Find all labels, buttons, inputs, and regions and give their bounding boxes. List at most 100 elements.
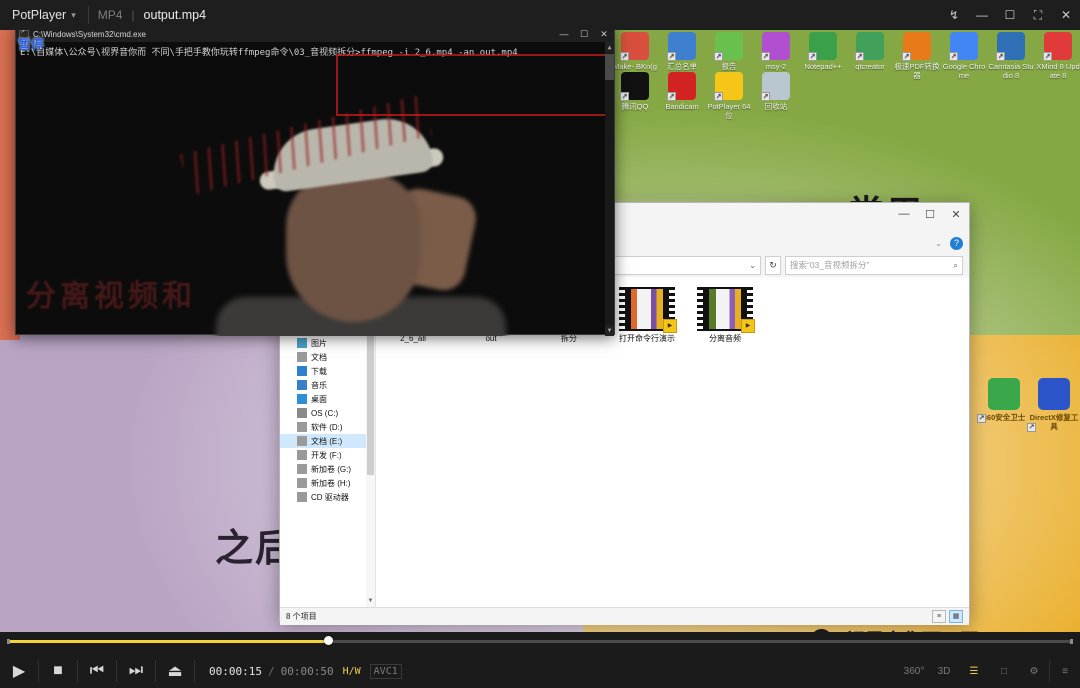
desktop-icon[interactable]: ↗ 腾讯QQ <box>612 72 658 111</box>
menu-button[interactable]: ≡ <box>1050 654 1080 688</box>
titlebar: PotPlayer ▾ MP4 | output.mp4 ↯ — ☐ ⛶ ✕ <box>0 0 1080 30</box>
previous-button[interactable]: ⏮ <box>78 654 116 688</box>
desktop-icon[interactable]: ↗ Google Chrome <box>941 32 987 80</box>
nav-item-label: 新加卷 (G:) <box>311 464 351 474</box>
cmd-scroll-down-arrow[interactable]: ▼ <box>605 325 614 336</box>
desktop-icon[interactable]: ↗ 汇总名单 <box>659 32 705 71</box>
cmd-scrollbar[interactable]: ▲ ▼ <box>605 42 614 336</box>
file-item[interactable]: ▶ 打开命令行演示 <box>616 287 678 344</box>
cmd-close-icon[interactable]: ✕ <box>594 30 614 40</box>
desktop-icon[interactable]: ↗ qtcreator <box>847 32 893 71</box>
time-separator: / <box>267 664 275 678</box>
folder-icon <box>297 464 307 474</box>
breadcrumb-dropdown-icon[interactable]: ⌄ <box>749 261 756 270</box>
app-brand[interactable]: PotPlayer ▾ <box>0 0 88 30</box>
fullscreen-icon[interactable]: ⛶ <box>1024 0 1052 30</box>
app-icon: ↗ <box>761 72 790 101</box>
chevron-down-icon[interactable]: ⌄ <box>935 239 942 248</box>
desktop-icon[interactable]: ↗ 报告 <box>706 32 752 71</box>
cmd-scroll-thumb[interactable] <box>605 54 614 80</box>
desktop-icon[interactable]: ↗ XMind 8 Update 8 <box>1035 32 1080 80</box>
eject-button[interactable]: ⏏ <box>156 654 194 688</box>
nav-item-12[interactable]: 开发 (F:) <box>280 448 375 462</box>
desktop-icon[interactable]: ↗ PotPlayer 64 位 <box>706 72 752 120</box>
help-icon[interactable]: ? <box>950 236 963 250</box>
nav-item-4[interactable]: 图片 <box>280 336 375 350</box>
desktop-icon-label: 极速PDF转换器 <box>894 62 940 80</box>
app-icon: ↗ <box>667 72 696 101</box>
view-details-button[interactable]: ≡ <box>932 610 946 623</box>
nav-item-13[interactable]: 新加卷 (G:) <box>280 462 375 476</box>
explorer-status-bar: 8 个项目 ≡ ▦ <box>280 607 969 625</box>
desktop-icon-label: XMind 8 Update 8 <box>1036 62 1080 80</box>
cmd-console-body[interactable]: 分离视频和 E:\自媒体\公众号\视界音你而 不同\手把手教你玩转ffmpeg命… <box>16 42 614 336</box>
play-button[interactable]: ▶ <box>0 654 38 688</box>
3d-button[interactable]: 3D <box>929 654 959 688</box>
nav-item-7[interactable]: 音乐 <box>280 378 375 392</box>
nav-scroll-down-arrow[interactable]: ▼ <box>366 596 375 607</box>
media-badge-icon: ▶ <box>663 319 677 333</box>
close-icon[interactable]: ✕ <box>1052 0 1080 30</box>
folder-icon <box>297 436 307 446</box>
desktop-icon[interactable]: ↗ 360安全卫士 <box>977 378 1030 423</box>
folder-icon <box>297 422 307 432</box>
desktop-icon[interactable]: ↗ 回收站 <box>753 72 799 111</box>
stop-button[interactable]: ■ <box>39 654 77 688</box>
media-badge-icon: ▶ <box>741 319 755 333</box>
nav-item-8[interactable]: 桌面 <box>280 392 375 406</box>
time-display[interactable]: 00:00:15 / 00:00:50 H/W AVC1 <box>195 663 402 679</box>
nav-item-11[interactable]: 文档 (E:) <box>280 434 375 448</box>
shortcut-arrow-icon: ↗ <box>667 52 676 61</box>
nav-item-14[interactable]: 新加卷 (H:) <box>280 476 375 490</box>
nav-item-10[interactable]: 软件 (D:) <box>280 420 375 434</box>
desktop-icon-label: Notepad++ <box>804 62 842 71</box>
vr360-button[interactable]: 360° <box>899 654 929 688</box>
cmd-scroll-up-arrow[interactable]: ▲ <box>605 42 614 53</box>
explorer-close-icon[interactable]: ✕ <box>943 203 969 225</box>
nav-item-5[interactable]: 文档 <box>280 350 375 364</box>
settings-gear-button[interactable]: ⚙ <box>1019 654 1049 688</box>
desktop-icon[interactable]: ↗ Camtasia Studio 8 <box>988 32 1034 80</box>
panel-button[interactable]: □ <box>989 654 1019 688</box>
folder-icon <box>297 380 307 390</box>
film-inner <box>631 289 663 329</box>
video-surface[interactable]: ↗Make- BKn(gdl)↗汇总名单↗报告↗msy-2↗Notepad++↗… <box>0 30 1080 632</box>
maximize-icon[interactable]: ☐ <box>996 0 1024 30</box>
nav-item-label: 桌面 <box>311 394 327 404</box>
cmd-maximize-icon[interactable]: ☐ <box>574 30 594 40</box>
desktop-icon[interactable]: ↗ Bandicam <box>659 72 705 111</box>
explorer-maximize-icon[interactable]: ☐ <box>917 203 943 225</box>
seek-handle[interactable] <box>324 636 333 645</box>
person-face-blur <box>286 172 421 322</box>
next-button[interactable]: ⏭ <box>117 654 155 688</box>
view-icons-button[interactable]: ▦ <box>949 610 963 623</box>
chevron-down-icon[interactable]: ▾ <box>71 10 76 21</box>
nav-item-9[interactable]: OS (C:) <box>280 406 375 420</box>
app-icon: ↗ <box>949 32 978 61</box>
desktop-icon[interactable]: ↗ Notepad++ <box>800 32 846 71</box>
file-item[interactable]: ▶ 分离音频 <box>694 287 756 344</box>
shortcut-arrow-icon: ↗ <box>808 52 817 61</box>
seek-bar[interactable] <box>7 636 1073 645</box>
nav-item-15[interactable]: CD 驱动器 <box>280 490 375 504</box>
minimize-icon[interactable]: — <box>968 0 996 30</box>
playlist-search-button[interactable]: ☰ <box>959 654 989 688</box>
control-row: ▶ ■ ⏮ ⏭ ⏏ 00:00:15 / 00:00:50 H/W AVC1 3… <box>0 654 1080 688</box>
file-label: 分离音频 <box>709 334 741 343</box>
search-input[interactable]: 搜索“03_音视频拆分” ⌕ <box>785 255 963 275</box>
refresh-icon[interactable]: ↻ <box>765 255 781 275</box>
app-icon: ↗ <box>620 72 649 101</box>
explorer-minimize-icon[interactable]: — <box>891 203 917 225</box>
shortcut-arrow-icon: ↗ <box>714 52 723 61</box>
cmd-titlebar: C:\Windows\System32\cmd.exe — ☐ ✕ <box>16 30 614 42</box>
cmd-window[interactable]: C:\Windows\System32\cmd.exe — ☐ ✕ 分离视频和 … <box>15 30 615 336</box>
pin-icon[interactable]: ↯ <box>940 0 968 30</box>
hw-accel-badge: H/W <box>342 665 361 677</box>
desktop-icon[interactable]: ↗ msy-2 <box>753 32 799 71</box>
desktop-icon[interactable]: ↗ 极速PDF转换器 <box>894 32 940 80</box>
nav-item-6[interactable]: 下载 <box>280 364 375 378</box>
shortcut-arrow-icon: ↗ <box>949 52 958 61</box>
cmd-minimize-icon[interactable]: — <box>554 30 574 39</box>
app-icon: ↗ <box>1027 378 1070 432</box>
desktop-icon[interactable]: ↗ DirectX修复工具 <box>1027 378 1080 432</box>
